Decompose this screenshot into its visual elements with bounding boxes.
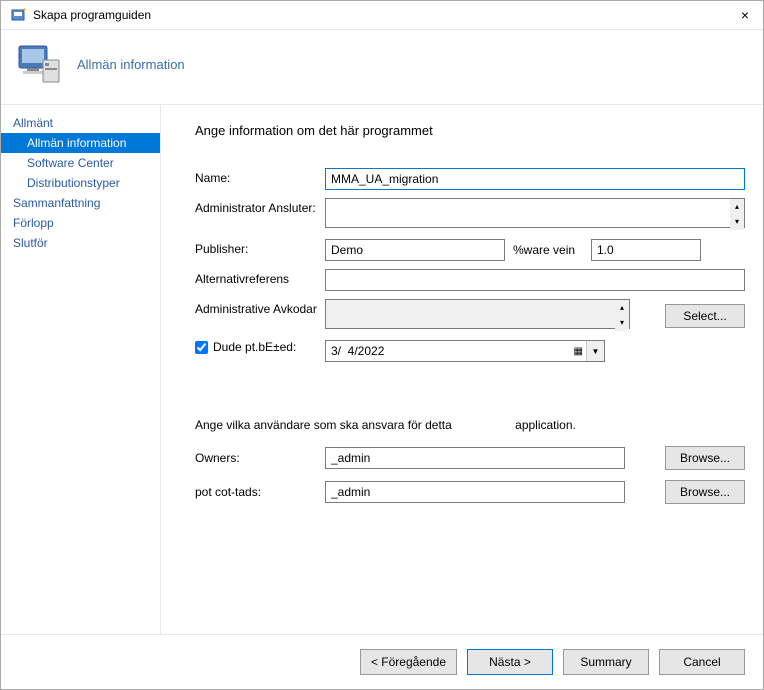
admin-categories-input[interactable] bbox=[325, 299, 630, 329]
alt-ref-label: Alternativreferens bbox=[195, 269, 325, 286]
computer-icon bbox=[15, 40, 63, 88]
sidebar-item-software-center[interactable]: Software Center bbox=[1, 153, 160, 173]
next-button[interactable]: Nästa > bbox=[467, 649, 553, 675]
owners-label: Owners: bbox=[195, 451, 325, 465]
sidebar-item-completion[interactable]: Slutför bbox=[1, 233, 160, 253]
date-published-label: Dude pt.bE±ed: bbox=[213, 340, 296, 354]
date-published-picker[interactable]: ▦ ▼ bbox=[325, 340, 605, 362]
name-label: Name: bbox=[195, 168, 325, 185]
publisher-label: Publisher: bbox=[195, 239, 325, 256]
sidebar-item-deployment-types[interactable]: Distributionstyper bbox=[1, 173, 160, 193]
close-icon[interactable]: × bbox=[737, 7, 753, 23]
wizard-body: Allmänt Allmän information Software Cent… bbox=[1, 105, 763, 634]
titlebar: Skapa programguiden × bbox=[1, 1, 763, 30]
admin-comment-spin-down[interactable]: ▾ bbox=[730, 215, 744, 231]
sidebar-item-general[interactable]: Allmänt bbox=[1, 113, 160, 133]
content-heading: Ange information om det här programmet bbox=[195, 123, 745, 138]
page-title: Allmän information bbox=[77, 57, 185, 72]
sidebar-item-progress[interactable]: Förlopp bbox=[1, 213, 160, 233]
support-contacts-input[interactable] bbox=[325, 481, 625, 503]
window-title: Skapa programguiden bbox=[33, 8, 737, 22]
previous-button[interactable]: < Föregående bbox=[360, 649, 457, 675]
name-input[interactable] bbox=[325, 168, 745, 190]
admin-categories-spin-down[interactable]: ▾ bbox=[615, 316, 629, 332]
chevron-down-icon[interactable]: ▼ bbox=[586, 341, 604, 361]
admin-categories-label: Administrative Avkodar bbox=[195, 299, 325, 316]
owners-input[interactable] bbox=[325, 447, 625, 469]
summary-button[interactable]: Summary bbox=[563, 649, 649, 675]
admin-comment-input[interactable] bbox=[325, 198, 745, 228]
sidebar-item-general-info[interactable]: Allmän information bbox=[1, 133, 160, 153]
date-published-checkbox[interactable] bbox=[195, 341, 208, 354]
wizard-header: Allmän information bbox=[1, 30, 763, 105]
wizard-window: Skapa programguiden × Allmän information… bbox=[0, 0, 764, 690]
publisher-input[interactable] bbox=[325, 239, 505, 261]
date-published-input[interactable] bbox=[325, 340, 605, 362]
responsible-note: Ange vilka användare som ska ansvara för… bbox=[195, 418, 745, 432]
admin-categories-spin-up[interactable]: ▴ bbox=[615, 300, 629, 316]
content-panel: Ange information om det här programmet N… bbox=[161, 105, 763, 634]
select-categories-button[interactable]: Select... bbox=[665, 304, 745, 328]
support-contacts-browse-button[interactable]: Browse... bbox=[665, 480, 745, 504]
alt-ref-input[interactable] bbox=[325, 269, 745, 291]
app-icon bbox=[11, 7, 27, 23]
sidebar: Allmänt Allmän information Software Cent… bbox=[1, 105, 161, 634]
sidebar-item-summary[interactable]: Sammanfattning bbox=[1, 193, 160, 213]
software-version-input[interactable] bbox=[591, 239, 701, 261]
wizard-footer: < Föregående Nästa > Summary Cancel bbox=[1, 634, 763, 689]
admin-comment-spin-up[interactable]: ▴ bbox=[730, 199, 744, 215]
calendar-icon: ▦ bbox=[574, 346, 583, 357]
cancel-button[interactable]: Cancel bbox=[659, 649, 745, 675]
support-contacts-label: pot cot-tads: bbox=[195, 485, 325, 499]
software-version-label: %ware vein bbox=[513, 243, 583, 257]
admin-comment-label: Administrator Ansluter: bbox=[195, 198, 325, 215]
owners-browse-button[interactable]: Browse... bbox=[665, 446, 745, 470]
